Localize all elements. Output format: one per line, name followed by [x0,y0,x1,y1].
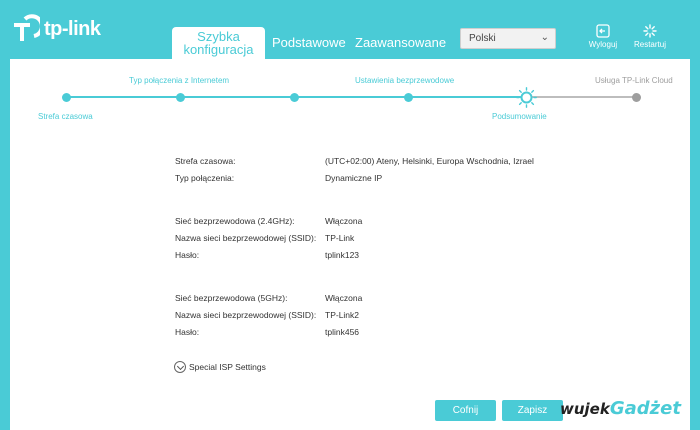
summary-label: Hasło: [175,250,200,260]
summary-row-wifi24-password: Hasło: tplink123 [175,250,675,262]
reboot-button[interactable]: Restartuj [630,24,670,49]
reboot-label: Restartuj [633,40,666,49]
step-label-connection-type: Typ połączenia z Internetem [129,76,230,85]
tab-quick-setup[interactable]: Szybka konfiguracja [172,27,265,59]
summary-value: TP-Link [325,233,355,243]
step-label-wireless: Ustawienia bezprzewodowe [355,76,455,85]
step-label-cloud: Usługa TP-Link Cloud [595,76,673,85]
tab-basic[interactable]: Podstawowe [272,35,346,50]
summary-value: Włączona [325,293,363,303]
logo-text: tp-link [44,17,101,40]
step-dot-1 [62,93,71,102]
step-label-timezone: Strefa czasowa [38,112,93,121]
progress-line-remaining [521,96,637,98]
watermark-part2: Gadżet [609,398,681,419]
summary-row-wifi5-ssid: Nazwa sieci bezprzewodowej (SSID): TP-Li… [175,310,675,322]
summary-label: Typ połączenia: [175,173,235,183]
tab-advanced[interactable]: Zaawansowane [355,35,446,50]
logout-icon [596,24,610,38]
reboot-icon [643,24,657,38]
step-dot-4 [404,93,413,102]
current-step-icon [516,87,537,108]
language-select-value: Polski [469,33,496,44]
summary-label: Strefa czasowa: [175,156,236,166]
back-button[interactable]: Cofnij [435,400,496,421]
summary-value: Dynamiczne IP [325,173,383,183]
main-panel: Strefa czasowa Typ połączenia z Internet… [10,59,690,430]
summary-row-wifi24-state: Sieć bezprzewodowa (2.4GHz): Włączona [175,216,675,228]
summary-row-wifi5-state: Sieć bezprzewodowa (5GHz): Włączona [175,293,675,305]
summary-row-timezone: Strefa czasowa: (UTC+02:00) Ateny, Helsi… [175,156,675,168]
step-dot-2 [176,93,185,102]
summary-row-wifi5-password: Hasło: tplink456 [175,327,675,339]
summary-label: Sieć bezprzewodowa (2.4GHz): [175,216,295,226]
watermark-part1: wujek [560,400,610,418]
summary-label: Nazwa sieci bezprzewodowej (SSID): [175,310,317,320]
save-button[interactable]: Zapisz [502,400,563,421]
summary-value: tplink456 [325,327,360,337]
summary-value: (UTC+02:00) Ateny, Helsinki, Europa Wsch… [325,156,534,166]
language-select[interactable]: Polski ⌄ [460,28,556,49]
special-isp-settings-label: Special ISP Settings [189,362,266,372]
summary-value: TP-Link2 [325,310,360,320]
step-dot-6 [632,93,641,102]
watermark: wujekGadżet [560,398,681,419]
summary-label: Hasło: [175,327,200,337]
summary-row-connection: Typ połączenia: Dynamiczne IP [175,173,675,185]
step-label-summary: Podsumowanie [492,112,547,121]
tab-quick-setup-line2: konfiguracja [183,42,254,57]
summary-value: Włączona [325,216,363,226]
summary-row-wifi24-ssid: Nazwa sieci bezprzewodowej (SSID): TP-Li… [175,233,675,245]
summary-label: Nazwa sieci bezprzewodowej (SSID): [175,233,317,243]
logout-label: Wyloguj [588,40,618,49]
summary-value: tplink123 [325,250,360,260]
chevron-down-icon: ⌄ [540,32,549,43]
tp-link-logo-icon [14,14,40,41]
expand-chevron-icon [174,361,186,373]
tp-link-logo: tp-link [10,14,101,44]
step-dot-3 [290,93,299,102]
summary-label: Sieć bezprzewodowa (5GHz): [175,293,288,303]
logout-button[interactable]: Wyloguj [583,24,623,49]
special-isp-settings-toggle[interactable]: Special ISP Settings [174,361,266,373]
